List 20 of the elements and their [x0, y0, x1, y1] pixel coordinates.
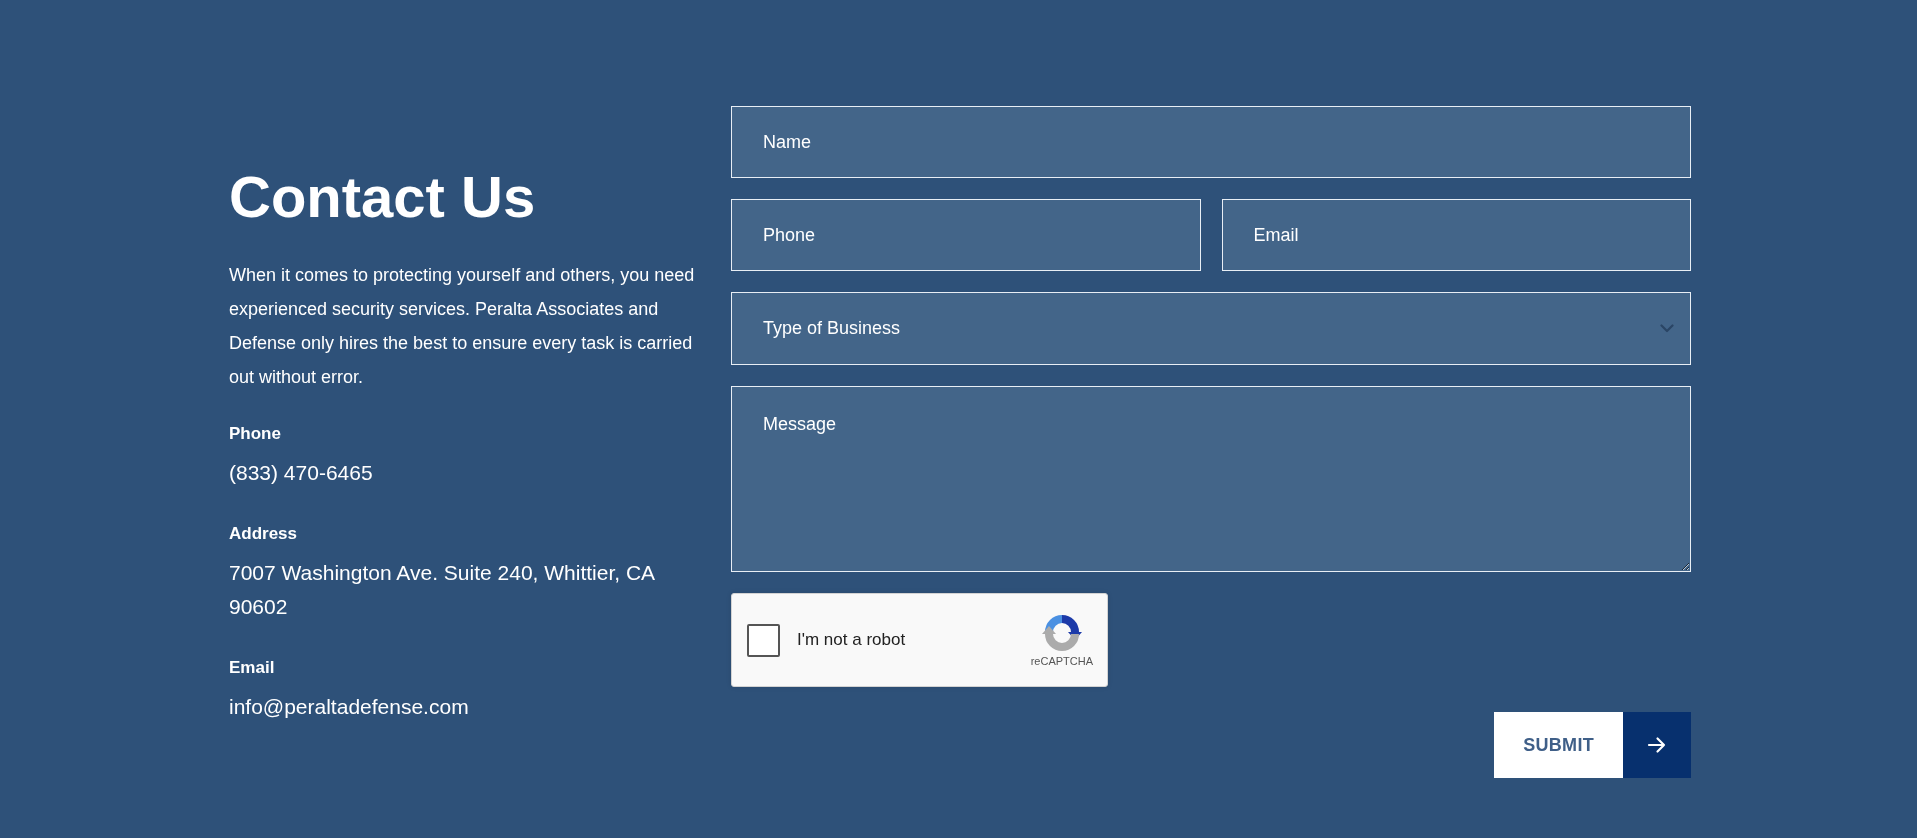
captcha-brand-text: reCAPTCHA — [1030, 654, 1093, 668]
intro-paragraph: When it comes to protecting yourself and others, you need experienced security services. Peralta Associates and Defense only hires the best to ensure every task is carried out without error. — [229, 264, 695, 389]
contact-value: 7007 Washington Ave. Suite 240, Whittier, CA 90602 — [229, 560, 656, 620]
submit-button[interactable]: SUBMIT — [1494, 712, 1691, 778]
contact-label: Address — [229, 523, 299, 545]
chevron-down-icon — [1660, 324, 1674, 333]
captcha-checkbox[interactable] — [747, 623, 780, 657]
contact-value: (833) 470-6465 — [229, 460, 374, 486]
contact-label: Phone — [229, 423, 282, 445]
input-field[interactable]: Phone — [731, 199, 1201, 271]
input-field[interactable]: Email — [1221, 199, 1691, 271]
contact-label: Email — [229, 657, 276, 679]
dropdown-field[interactable]: Type of Business — [731, 292, 1691, 365]
message-field[interactable]: Message — [731, 386, 1691, 572]
arrow-right-icon — [1623, 712, 1691, 778]
input-field[interactable]: Name — [731, 106, 1691, 178]
captcha-label: I'm not a robot — [797, 629, 906, 652]
circular-arrows-icon — [1041, 612, 1082, 652]
contact-value: info@peraltadefense.com — [229, 694, 470, 720]
heading: Contact Us — [229, 168, 537, 226]
